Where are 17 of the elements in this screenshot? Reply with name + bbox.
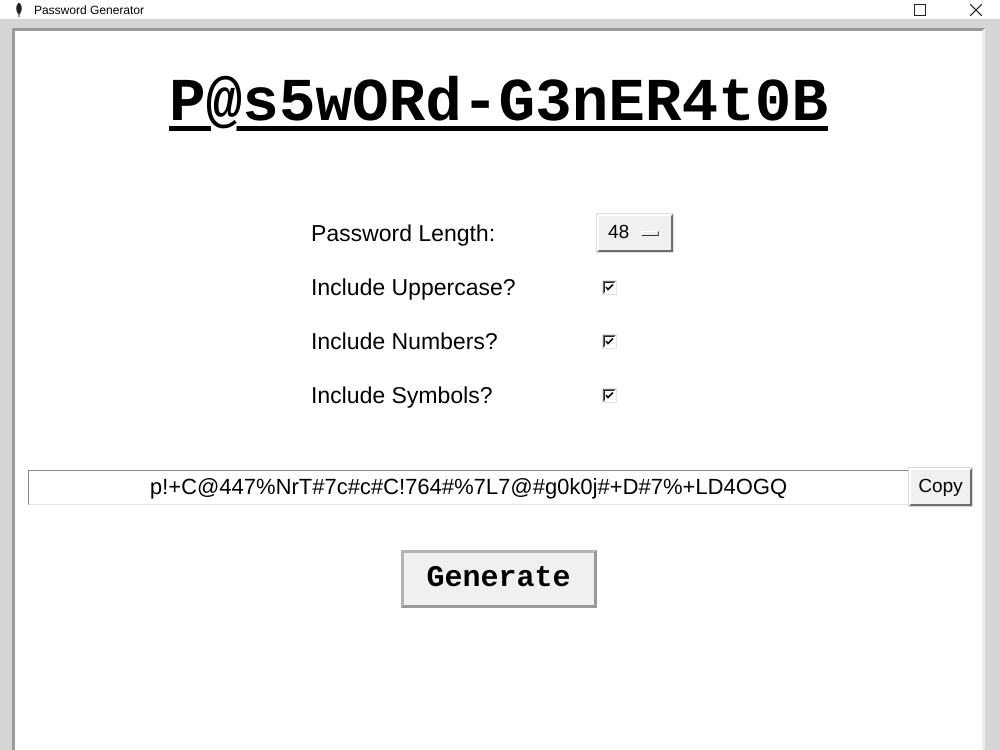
length-dropdown[interactable]: 48 bbox=[597, 214, 673, 252]
option-label: Include Numbers? bbox=[311, 328, 498, 354]
checkbox[interactable] bbox=[602, 334, 617, 348]
indicator-icon bbox=[641, 230, 659, 236]
generate-button[interactable]: Generate bbox=[400, 550, 596, 608]
option-label: Password Length: bbox=[311, 220, 496, 246]
option-label: Include Uppercase? bbox=[311, 274, 516, 300]
app-heading: P@s5wORd-G3nER4t0B bbox=[169, 73, 828, 137]
checkbox[interactable] bbox=[602, 388, 617, 402]
close-icon[interactable] bbox=[970, 4, 982, 16]
copy-button[interactable]: Copy bbox=[909, 468, 972, 506]
option-label: Include Symbols? bbox=[311, 382, 493, 408]
checkbox[interactable] bbox=[602, 280, 617, 294]
maximize-icon[interactable] bbox=[914, 4, 926, 16]
window-title: Password Generator bbox=[34, 2, 144, 16]
feather-icon bbox=[14, 2, 24, 16]
password-field[interactable]: p!+C@447%NrT#7c#c#C!764#%7L7@#g0k0j#+D#7%+LD4OGQ bbox=[28, 470, 909, 504]
